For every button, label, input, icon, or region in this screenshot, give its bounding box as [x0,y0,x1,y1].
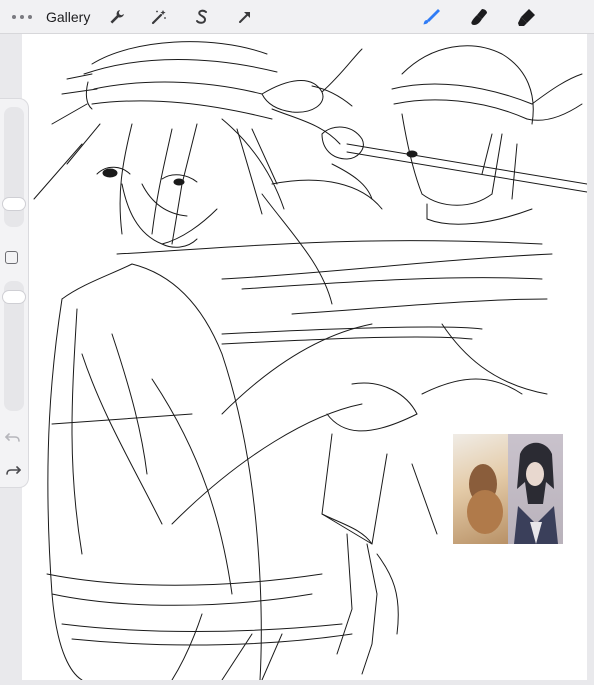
reference-panel[interactable] [453,434,563,544]
drawing-canvas[interactable] [22,34,588,681]
gallery-button[interactable]: Gallery [46,9,90,25]
brush-size-slider-knob[interactable] [2,197,26,211]
selection-s-icon[interactable] [191,6,213,28]
modify-square-button[interactable] [5,251,18,264]
eraser-icon[interactable] [516,6,538,28]
wrench-icon[interactable] [106,6,128,28]
actions-menu-icon[interactable] [12,14,32,19]
sketch-drawing [33,41,588,681]
transform-arrow-icon[interactable] [234,6,256,28]
reference-photo-character [508,434,563,544]
undo-icon[interactable] [5,432,21,451]
brush-icon[interactable] [420,6,442,28]
canvas-area[interactable] [0,34,594,681]
top-toolbar: Gallery [0,0,594,34]
reference-photo-landscape [453,434,508,544]
redo-icon[interactable] [5,465,21,484]
smudge-icon[interactable] [468,6,490,28]
sidebar-controls [0,98,29,488]
magic-wand-icon[interactable] [148,6,170,28]
opacity-slider-knob[interactable] [2,290,26,304]
